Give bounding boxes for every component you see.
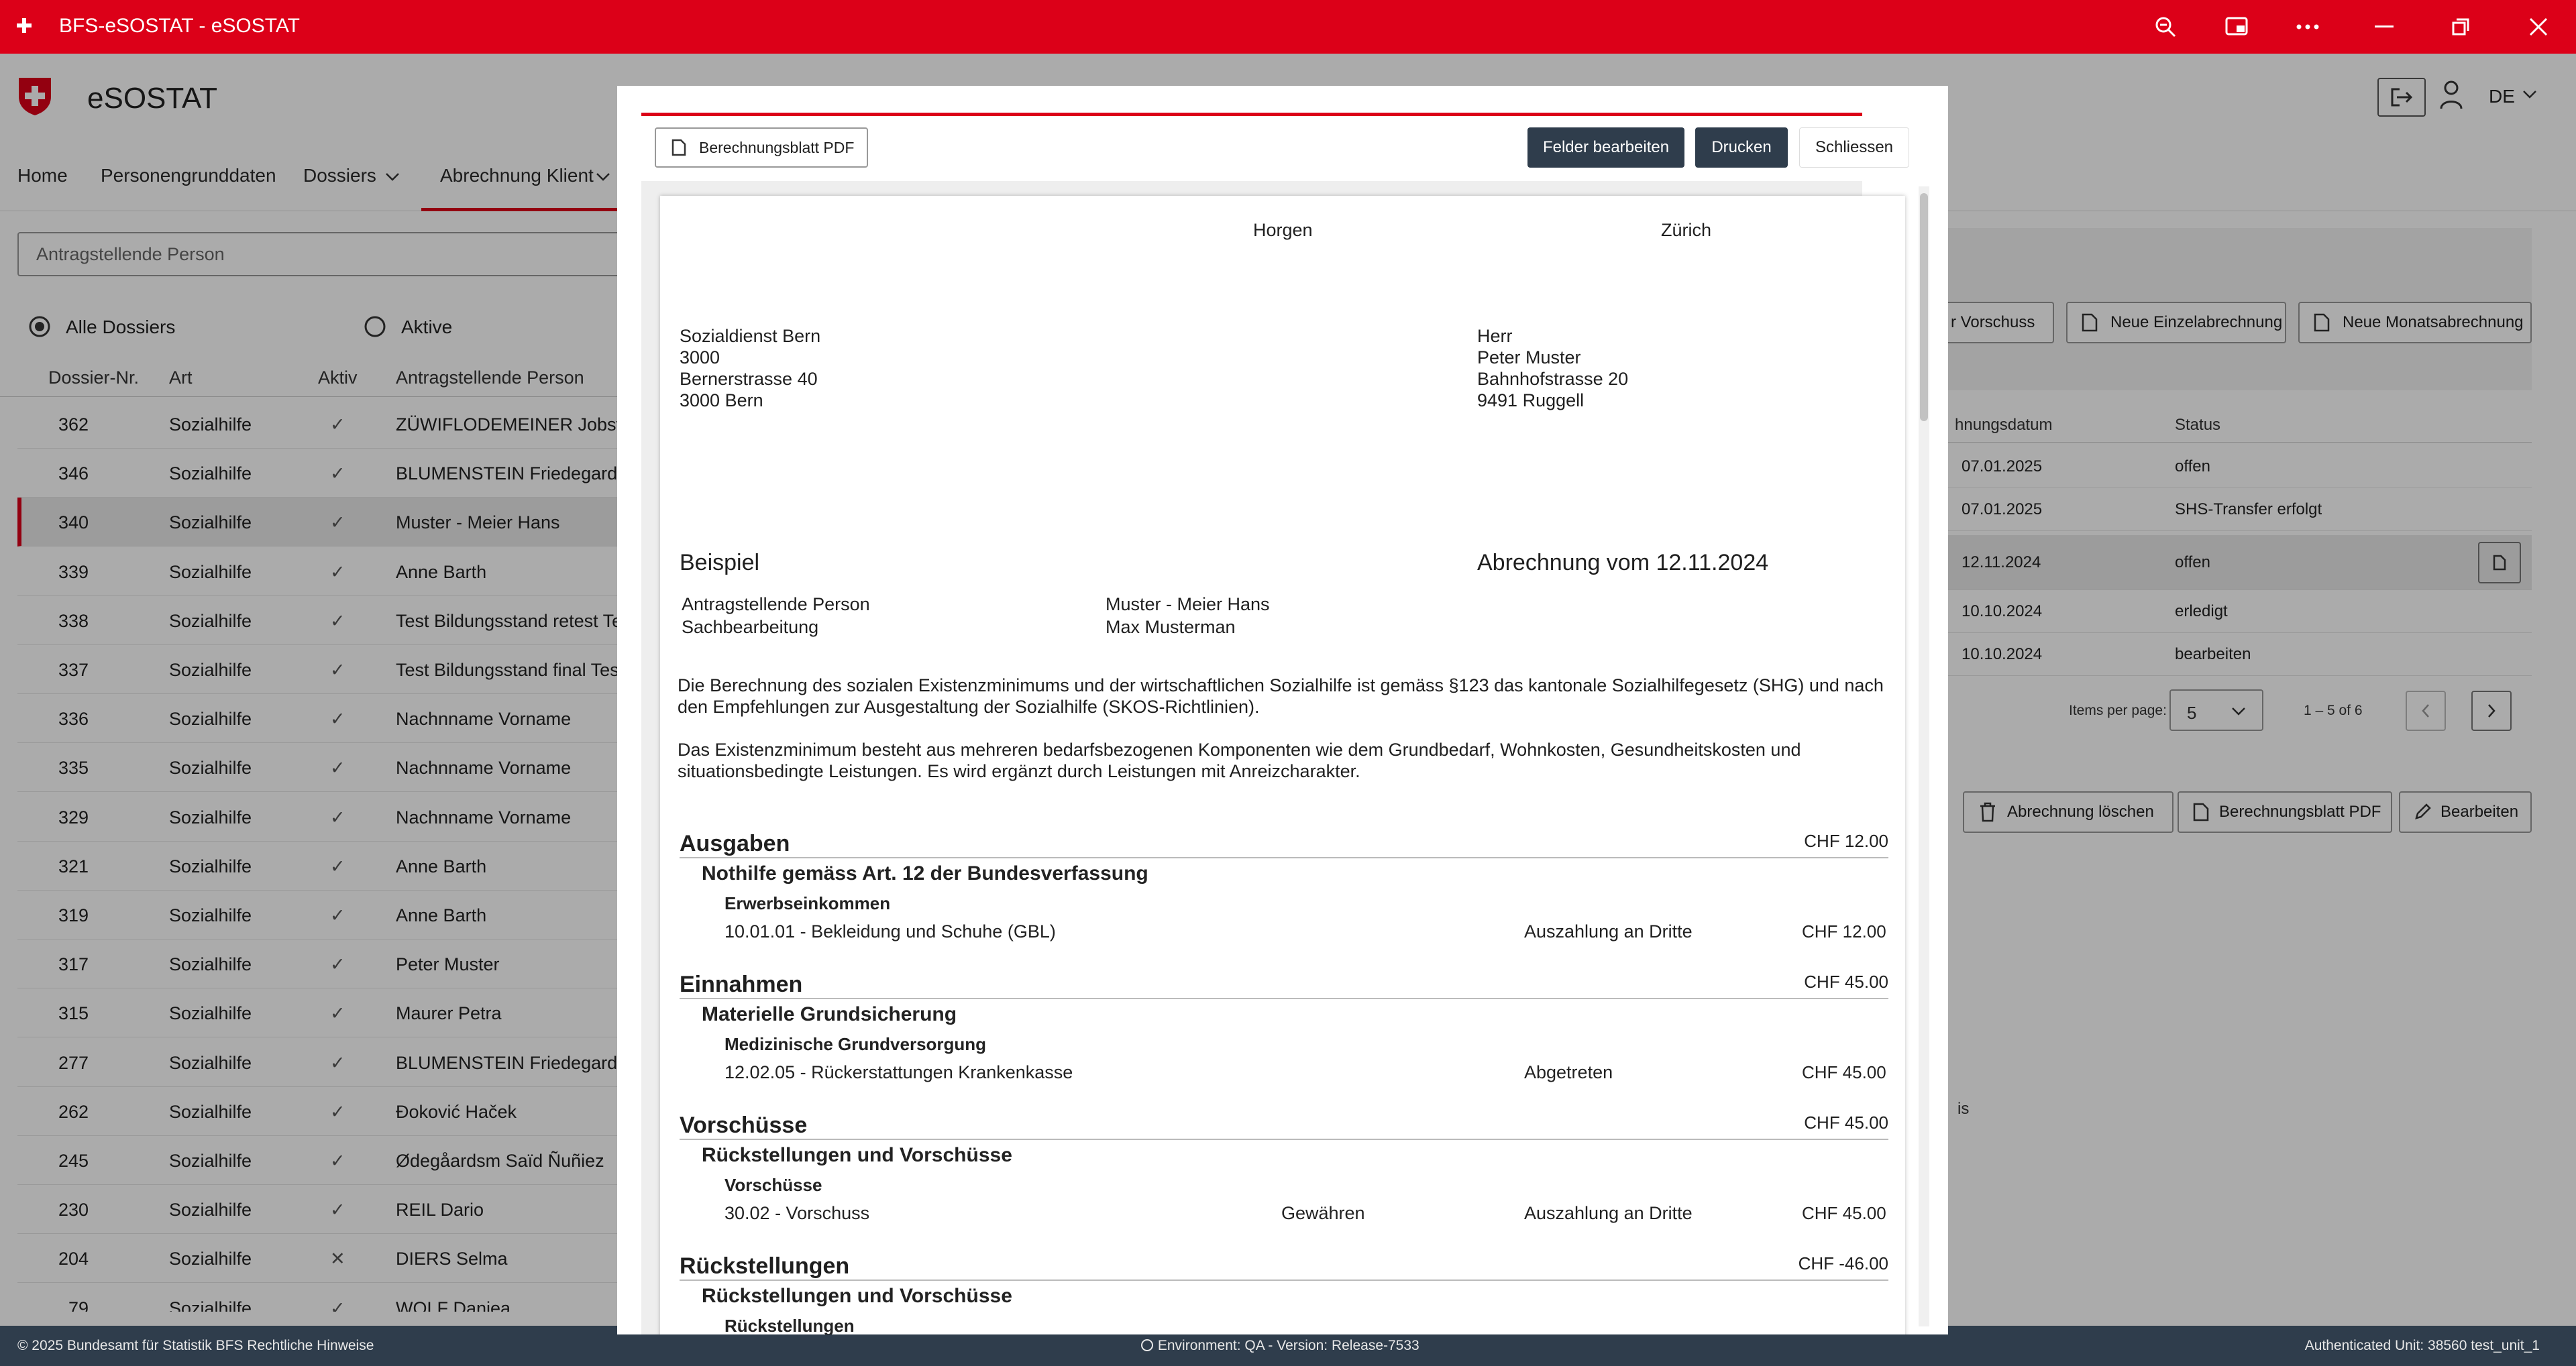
pdf-icon xyxy=(671,138,687,157)
dialog-scrollbar-thumb[interactable] xyxy=(1920,193,1928,421)
cast-icon[interactable] xyxy=(2218,9,2255,44)
drucken-button[interactable]: Drucken xyxy=(1695,127,1788,168)
info-icon xyxy=(1140,1339,1154,1352)
schliessen-button[interactable]: Schliessen xyxy=(1799,127,1909,168)
calculation-preview-dialog: Berechnungsblatt PDF Felder bearbeiten D… xyxy=(617,86,1948,1334)
window-title: BFS-eSOSTAT - eSOSTAT xyxy=(59,15,300,37)
footer-environment-text: Environment: QA - Version: Release-7533 xyxy=(1157,1338,1419,1353)
title-bar: BFS-eSOSTAT - eSOSTAT xyxy=(0,0,2576,54)
footer-copyright[interactable]: © 2025 Bundesamt für Statistik BFS Recht… xyxy=(17,1338,374,1354)
dialog-pdf-label: Berechnungsblatt PDF xyxy=(699,139,855,156)
dialog-surface: Berechnungsblatt PDF Felder bearbeiten D… xyxy=(617,86,1948,1334)
felder-bearbeiten-button[interactable]: Felder bearbeiten xyxy=(1527,127,1684,168)
footer-environment: Environment: QA - Version: Release-7533 xyxy=(1140,1338,1419,1354)
dialog-pdf-button[interactable]: Berechnungsblatt PDF xyxy=(655,127,868,168)
minimize-icon[interactable] xyxy=(2365,9,2403,44)
zoom-icon[interactable] xyxy=(2147,9,2184,44)
more-icon[interactable] xyxy=(2289,9,2326,44)
document-page xyxy=(660,196,1905,1334)
close-window-icon[interactable] xyxy=(2520,9,2557,44)
restore-icon[interactable] xyxy=(2442,9,2479,44)
swiss-flag-icon xyxy=(13,15,35,36)
footer-auth-unit: Authenticated Unit: 38560 test_unit_1 xyxy=(2304,1338,2540,1353)
